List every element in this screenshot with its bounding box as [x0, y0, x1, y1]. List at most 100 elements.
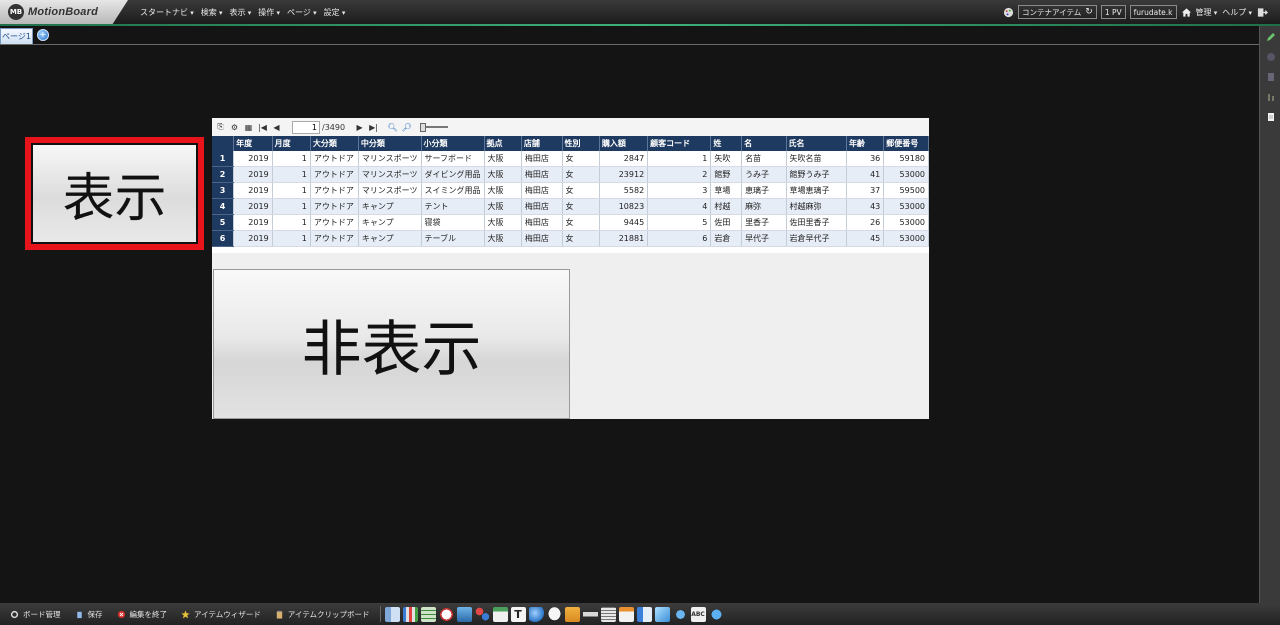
globe-icon[interactable]	[1266, 52, 1276, 62]
cell-customer-code: 2	[647, 166, 712, 183]
airplane-icon[interactable]	[672, 606, 688, 622]
pencil-icon[interactable]	[1266, 32, 1276, 42]
column-header[interactable]: 拠点	[484, 136, 522, 151]
menu-search[interactable]: 検索	[201, 7, 223, 18]
column-header[interactable]: 小分類	[421, 136, 485, 151]
table-row[interactable]: 2 2019 1 アウトドア マリンスポーツ ダイビング用品 大阪 梅田店 女 …	[212, 166, 929, 183]
item-wizard-button[interactable]: アイテムウィザード	[181, 609, 261, 620]
report-icon[interactable]	[492, 606, 508, 622]
grid-table-icon[interactable]	[420, 606, 436, 622]
cube-icon[interactable]	[654, 606, 670, 622]
table-row[interactable]: 1 2019 1 アウトドア マリンスポーツ サーフボード 大阪 梅田店 女 2…	[212, 151, 929, 167]
table-row[interactable]: 3 2019 1 アウトドア マリンスポーツ スイミング用品 大阪 梅田店 女 …	[212, 182, 929, 199]
column-header[interactable]: 購入額	[599, 136, 649, 151]
column-header[interactable]: 年齢	[846, 136, 885, 151]
export-icon[interactable]: ⎘	[215, 122, 226, 133]
finish-editing-button[interactable]: 編集を終了	[117, 609, 167, 620]
menu-start-navi[interactable]: スタートナビ	[140, 7, 194, 18]
next-page-icon[interactable]: ▶	[354, 122, 365, 133]
cell-base: 大阪	[484, 230, 522, 247]
list-icon[interactable]	[600, 606, 616, 622]
column-header[interactable]: 店舗	[521, 136, 563, 151]
table-row[interactable]: 4 2019 1 アウトドア キャンプ テント 大阪 梅田店 女 10823 4…	[212, 198, 929, 215]
column-header[interactable]: 月度	[272, 136, 311, 151]
cell-base: 大阪	[484, 214, 522, 231]
cell-postal-code: 53000	[883, 166, 929, 183]
logout-icon[interactable]	[1257, 7, 1268, 18]
speech-bubble-icon[interactable]	[546, 606, 562, 622]
column-header[interactable]: 顧客コード	[647, 136, 712, 151]
add-page-icon[interactable]: +	[37, 29, 49, 41]
cell-category-large: アウトドア	[310, 182, 359, 199]
cell-month: 1	[272, 182, 311, 199]
plugin-icon[interactable]	[708, 606, 724, 622]
cell-full-name: 佐田里香子	[786, 214, 847, 231]
container-item-button[interactable]: コンテナアイテム ↻	[1018, 5, 1097, 19]
form-icon[interactable]	[618, 606, 634, 622]
last-page-icon[interactable]: ▶|	[368, 122, 379, 133]
zoom-slider[interactable]	[420, 123, 449, 132]
puzzle-icon[interactable]	[474, 606, 490, 622]
app-logo[interactable]: MB MotionBoard	[0, 0, 128, 24]
column-header[interactable]: 氏名	[786, 136, 847, 151]
abc-icon[interactable]: ABC	[690, 606, 706, 622]
cell-year: 2019	[233, 182, 273, 199]
calendar-icon[interactable]: ▦	[243, 122, 254, 133]
chart-icon[interactable]	[1266, 92, 1276, 102]
cell-year: 2019	[233, 151, 273, 167]
board-management-button[interactable]: ボード管理	[10, 609, 61, 620]
cell-gender: 女	[562, 198, 600, 215]
menu-admin[interactable]: 管理	[1196, 7, 1218, 18]
cell-category-medium: マリンスポーツ	[358, 151, 422, 167]
image-icon[interactable]	[456, 606, 472, 622]
zoom-slider-thumb[interactable]	[420, 123, 427, 132]
hide-button[interactable]: 非表示	[213, 269, 570, 419]
column-header[interactable]: 中分類	[358, 136, 422, 151]
menu-help[interactable]: ヘルプ	[1222, 7, 1252, 18]
column-header[interactable]: 郵便番号	[883, 136, 929, 151]
column-header[interactable]: 性別	[562, 136, 600, 151]
menu-page[interactable]: ページ	[287, 7, 317, 18]
home-icon[interactable]	[1181, 7, 1192, 18]
column-header[interactable]: 大分類	[310, 136, 359, 151]
show-button[interactable]: 表示	[31, 143, 198, 244]
cell-category-large: アウトドア	[310, 230, 359, 247]
cell-customer-code: 3	[647, 182, 712, 199]
globe-icon[interactable]	[528, 606, 544, 622]
page-number-input[interactable]: 1	[292, 120, 320, 134]
user-name[interactable]: furudate.k	[1129, 5, 1177, 19]
document-icon[interactable]	[1266, 112, 1276, 122]
cell-gender: 女	[562, 230, 600, 247]
tab-page-1[interactable]: ページ1	[0, 28, 33, 44]
row-number: 2	[212, 166, 235, 183]
menu-settings[interactable]: 設定	[324, 7, 346, 18]
item-clipboard-button[interactable]: アイテムクリップボード	[275, 609, 370, 620]
input-icon[interactable]	[582, 606, 598, 622]
menu-view[interactable]: 表示	[230, 7, 252, 18]
zoom-out-icon[interactable]: 🔎︎	[401, 122, 412, 133]
gear-icon[interactable]: ⚙	[229, 122, 240, 133]
cell-amount: 23912	[599, 166, 649, 183]
menu-operation[interactable]: 操作	[258, 7, 280, 18]
show-button-highlight: 表示	[25, 137, 204, 250]
bar-chart-icon[interactable]	[402, 606, 418, 622]
item-palette: T ABC	[384, 606, 727, 622]
clock-icon[interactable]	[438, 606, 454, 622]
zoom-in-icon[interactable]: 🔍︎	[387, 122, 398, 133]
document-icon[interactable]	[636, 606, 652, 622]
column-header[interactable]: 姓	[710, 136, 743, 151]
palette-icon[interactable]	[1003, 7, 1014, 18]
table-panel: ⎘ ⚙ ▦ |◀ ◀ 1 /3490 ▶ ▶| 🔍︎ 🔎︎ 年度 月度 大分類 …	[212, 118, 929, 419]
prev-page-icon[interactable]: ◀	[271, 122, 282, 133]
column-header[interactable]: 名	[741, 136, 787, 151]
first-page-icon[interactable]: |◀	[257, 122, 268, 133]
cell-customer-code: 5	[647, 214, 712, 231]
folder-icon[interactable]	[564, 606, 580, 622]
layout-icon[interactable]	[384, 606, 400, 622]
save-button[interactable]: 保存	[75, 609, 103, 620]
column-header[interactable]: 年度	[233, 136, 273, 151]
table-row[interactable]: 6 2019 1 アウトドア キャンプ テーブル 大阪 梅田店 女 21881 …	[212, 230, 929, 247]
text-icon[interactable]: T	[510, 606, 526, 622]
database-icon[interactable]	[1266, 72, 1276, 82]
table-row[interactable]: 5 2019 1 アウトドア キャンプ 寝袋 大阪 梅田店 女 9445 5 佐…	[212, 214, 929, 231]
